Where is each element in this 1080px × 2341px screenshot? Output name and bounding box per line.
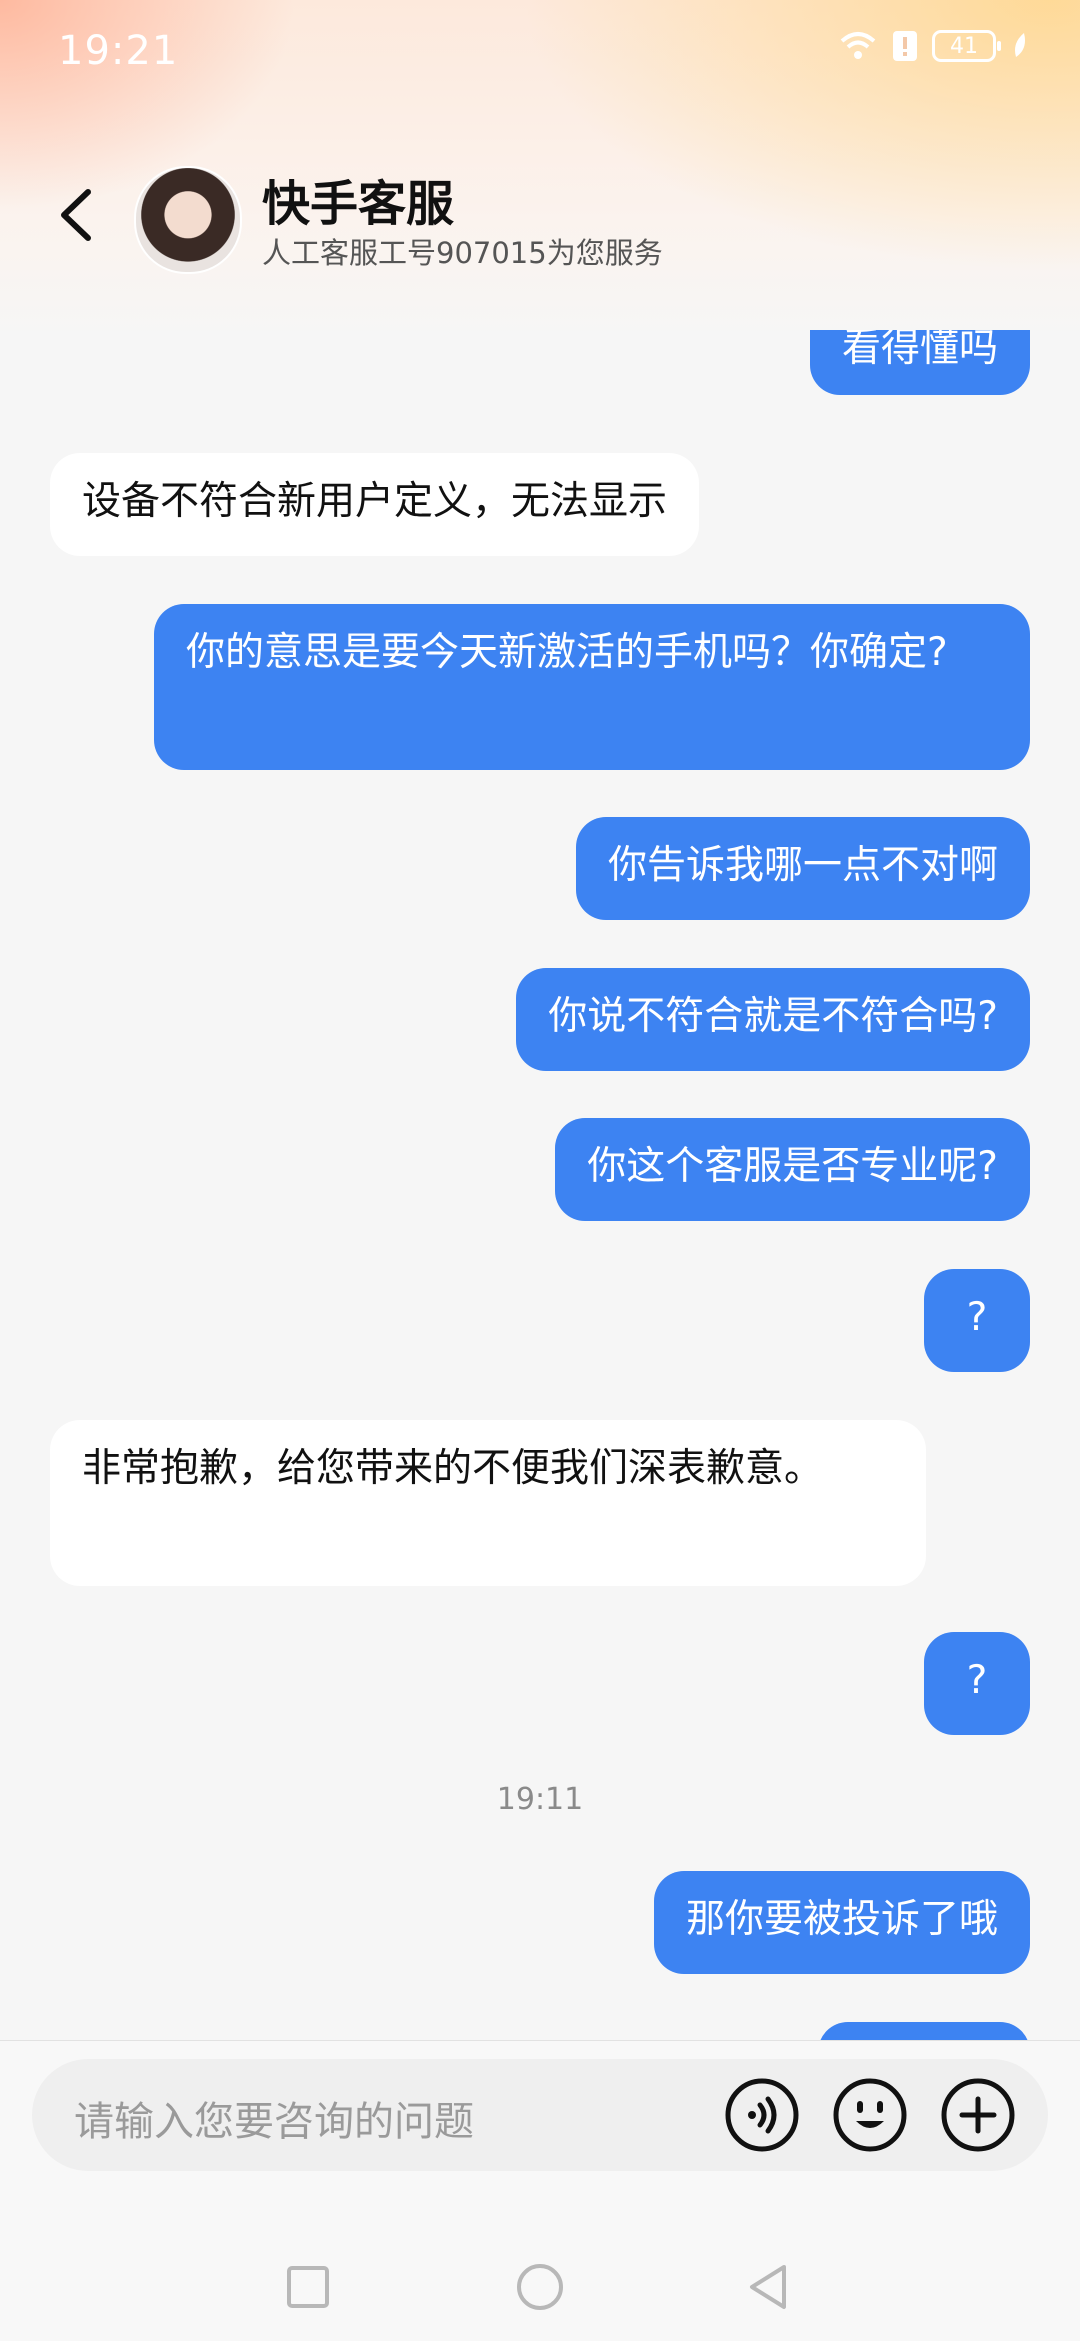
input-bar: 请输入您要咨询的问题	[0, 2040, 1080, 2341]
chat-header: 快手客服 人工客服工号907015为您服务	[0, 150, 1080, 280]
leaf-icon	[1015, 33, 1025, 57]
voice-icon[interactable]	[724, 2077, 800, 2153]
message-timestamp: 19:11	[496, 1782, 584, 1817]
message-list[interactable]: 看得懂吗 设备不符合新用户定义，无法显示 你的意思是要今天新激活的手机吗？你确定…	[0, 330, 1080, 2040]
agent-subtitle: 人工客服工号907015为您服务	[262, 236, 663, 270]
message-bubble-them[interactable]: 设备不符合新用户定义，无法显示	[50, 453, 700, 556]
message-bubble-me[interactable]: 你告诉我哪一点不对啊	[575, 817, 1030, 920]
message-bubble-me[interactable]: 你这个客服是否专业呢?	[555, 1118, 1030, 1221]
status-icons: 41	[838, 30, 1030, 62]
back-arrow-icon[interactable]	[48, 180, 108, 250]
alert-icon	[893, 31, 917, 61]
message-bubble-me[interactable]: 那你要被投诉了哦	[653, 1871, 1030, 1974]
home-icon[interactable]	[516, 2263, 564, 2311]
input-placeholder: 请输入您要咨询的问题	[74, 2099, 474, 2145]
wifi-icon	[840, 32, 876, 59]
avatar[interactable]	[134, 166, 242, 274]
message-bubble-me-partial[interactable]	[818, 2022, 1030, 2040]
message-bubble-me[interactable]: 你的意思是要今天新激活的手机吗？你确定?	[154, 604, 1030, 770]
page-title: 快手客服	[262, 176, 455, 232]
emoji-icon[interactable]	[832, 2077, 908, 2153]
status-time: 19:21	[58, 28, 179, 74]
message-bubble-me[interactable]: 你说不符合就是不符合吗?	[516, 968, 1030, 1071]
plus-icon[interactable]	[940, 2077, 1016, 2153]
recents-icon[interactable]	[286, 2265, 330, 2309]
message-bubble-them[interactable]: 非常抱歉，给您带来的不便我们深表歉意。	[50, 1420, 926, 1586]
message-bubble-me[interactable]: ?	[924, 1269, 1030, 1372]
nav-back-icon[interactable]	[746, 2263, 790, 2311]
message-input[interactable]: 请输入您要咨询的问题	[32, 2059, 1048, 2171]
battery-icon: 41	[932, 30, 1001, 62]
system-nav-bar	[0, 2251, 1080, 2321]
message-bubble-me[interactable]: 看得懂吗	[809, 330, 1030, 395]
message-bubble-me[interactable]: ?	[924, 1632, 1030, 1735]
status-bar: 19:21 41	[0, 0, 1080, 100]
